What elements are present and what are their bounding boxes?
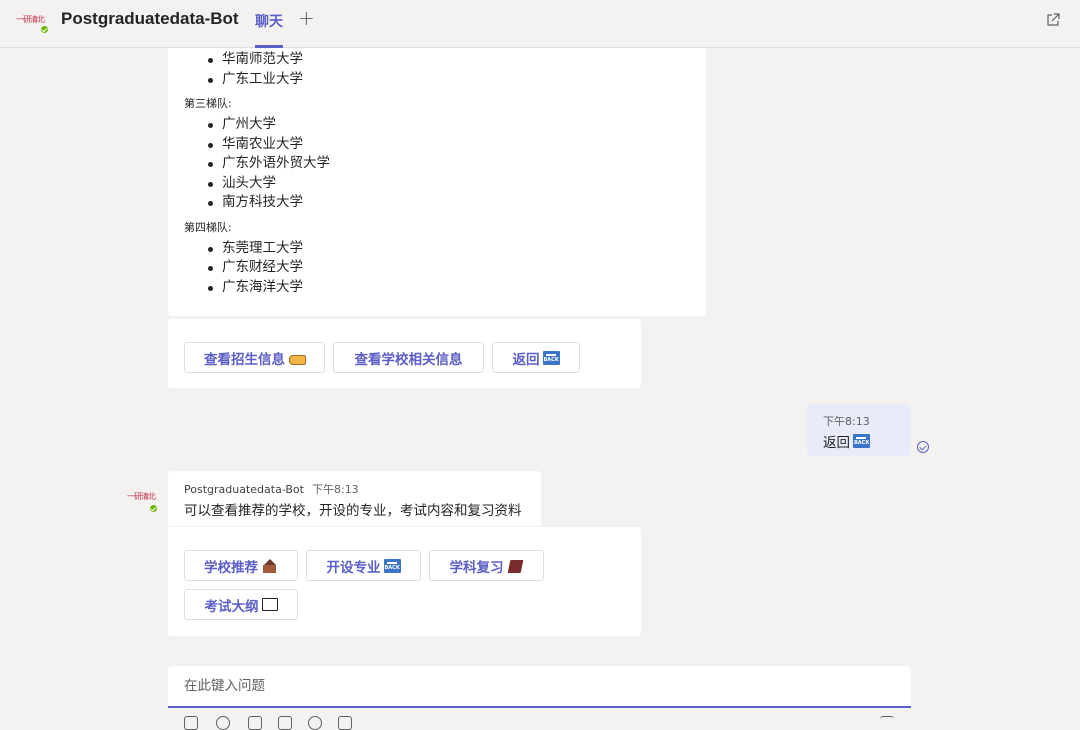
bot-name-title: Postgraduatedata-Bot [61, 9, 239, 28]
popout-icon[interactable] [1046, 13, 1060, 27]
view-school-info-button[interactable]: 查看学校相关信息 [333, 342, 484, 373]
list-item: 汕头大学 [206, 174, 706, 194]
button-label: 查看招生信息 [204, 351, 285, 368]
message-text: 返回 [823, 431, 895, 451]
list-item: 广东海洋大学 [206, 278, 706, 298]
action-card-1: 查看招生信息 查看学校相关信息 返回 [168, 319, 641, 388]
university-list-top: 华南师范大学 广东工业大学 [206, 50, 706, 89]
message-timestamp: 下午8:13 [823, 415, 870, 428]
notebook-icon [261, 598, 278, 611]
compose-toolbar [180, 712, 900, 730]
list-item: 华南农业大学 [206, 135, 706, 155]
online-status-icon [148, 503, 159, 514]
list-item: 广州大学 [206, 115, 706, 135]
list-item: 东莞理工大学 [206, 239, 706, 259]
gif-icon[interactable] [248, 716, 262, 730]
more-options-icon[interactable] [338, 716, 352, 730]
bot-logo-text: 一研清北 [127, 492, 156, 501]
bot-avatar[interactable]: 一研清北 [14, 10, 50, 38]
school-icon [261, 558, 278, 573]
majors-button[interactable]: 开设专业 [306, 550, 421, 581]
message-timestamp: 下午8:13 [311, 483, 359, 496]
back-arrow-icon [542, 350, 560, 365]
bot-avatar[interactable]: 一研清北 [124, 488, 160, 516]
back-arrow-icon [853, 434, 870, 448]
button-label: 考试大纲 [204, 598, 259, 615]
view-admission-button[interactable]: 查看招生信息 [184, 342, 325, 373]
pointing-hand-icon [288, 351, 306, 365]
message-text-content: 返回 [823, 435, 850, 451]
university-list-tier4: 东莞理工大学 广东财经大学 广东海洋大学 [206, 239, 706, 298]
school-recommend-button[interactable]: 学校推荐 [184, 550, 298, 581]
button-label: 查看学校相关信息 [354, 351, 463, 368]
bot-message-bubble: Postgraduatedata-Bot 下午8:13 可以查看推荐的学校，开设的… [168, 471, 541, 526]
online-status-icon [39, 24, 50, 35]
tier3-label: 第三梯队: [184, 97, 232, 110]
emoji-icon[interactable] [216, 716, 230, 730]
button-label: 学校推荐 [204, 559, 258, 576]
message-text: 可以查看推荐的学校，开设的专业，考试内容和复习资料 [184, 503, 522, 519]
university-list-card: 华南师范大学 广东工业大学 第三梯队: 广州大学 华南农业大学 广东外语外贸大学… [168, 48, 706, 316]
attach-icon[interactable] [308, 716, 322, 730]
tab-chat[interactable]: 聊天 [255, 11, 283, 48]
format-icon[interactable] [184, 716, 198, 730]
bot-logo-text: 一研清北 [16, 15, 45, 24]
list-item: 广东工业大学 [206, 70, 706, 90]
list-item: 广东财经大学 [206, 258, 706, 278]
sender-name: Postgraduatedata-Bot [184, 483, 304, 496]
user-message-bubble: 下午8:13 返回 [807, 404, 911, 456]
list-item: 华南师范大学 [206, 50, 706, 70]
add-tab-button[interactable]: + [298, 6, 315, 30]
send-icon[interactable] [880, 716, 894, 730]
button-label: 学科复习 [449, 559, 504, 576]
tier4-label: 第四梯队: [184, 220, 232, 234]
exam-outline-button[interactable]: 考试大纲 [184, 589, 298, 620]
action-card-2: 学校推荐 开设专业 学科复习 考试大纲 [168, 527, 641, 636]
message-meta: Postgraduatedata-Bot 下午8:13 [184, 481, 525, 497]
read-receipt-icon [917, 441, 929, 453]
subject-review-button[interactable]: 学科复习 [429, 550, 544, 581]
chat-header: 一研清北 Postgraduatedata-Bot 聊天 + [0, 0, 1080, 48]
books-icon [507, 559, 524, 573]
button-label: 开设专业 [326, 559, 381, 576]
arrow-icon [383, 558, 401, 573]
back-button[interactable]: 返回 [492, 342, 580, 373]
university-list-tier3: 广州大学 华南农业大学 广东外语外贸大学 汕头大学 南方科技大学 [206, 115, 706, 213]
list-item: 广东外语外贸大学 [206, 154, 706, 174]
compose-box [168, 666, 911, 708]
button-label: 返回 [512, 351, 540, 368]
list-item: 南方科技大学 [206, 193, 706, 213]
sticker-icon[interactable] [278, 716, 292, 730]
message-input[interactable] [168, 666, 911, 706]
